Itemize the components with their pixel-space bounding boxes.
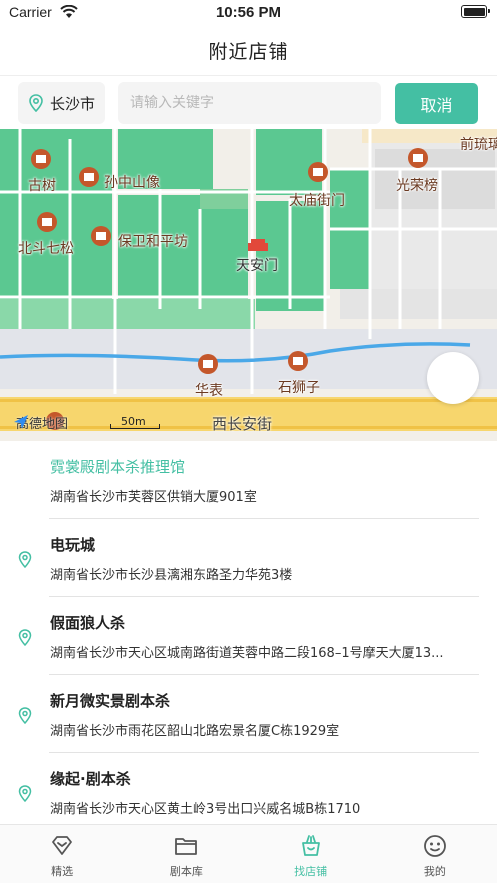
- store-address: 湖南省长沙市天心区城南路街道芙蓉中路二段168–1号摩天大厦13...: [50, 646, 444, 661]
- store-address: 湖南省长沙市天心区黄土岭3号出口兴威名城B栋1710: [50, 802, 361, 817]
- nav-bar: 附近店铺: [0, 26, 497, 76]
- poi-label[interactable]: 前琉璃: [460, 134, 497, 154]
- poi-label[interactable]: 北斗七松: [18, 238, 74, 258]
- list-item[interactable]: 假面狼人杀 湖南省长沙市天心区城南路街道芙蓉中路二段168–1号摩天大厦13..…: [0, 597, 497, 675]
- tab-find-store[interactable]: 找店铺: [249, 825, 373, 883]
- poi-label[interactable]: 古树: [28, 175, 56, 195]
- folder-icon: [175, 838, 198, 855]
- list-item[interactable]: 缘起·剧本杀 湖南省长沙市天心区黄土岭3号出口兴威名城B栋1710: [0, 753, 497, 824]
- store-name: 缘起·剧本杀: [50, 770, 131, 788]
- locate-me-button[interactable]: [427, 352, 479, 404]
- location-pin-icon: [18, 707, 32, 724]
- tab-label: 精选: [51, 865, 74, 878]
- shop-basket-icon: [301, 835, 320, 856]
- list-item[interactable]: 电玩城 湖南省长沙市长沙县漓湘东路圣力华苑3楼: [0, 519, 497, 597]
- store-address: 湖南省长沙市雨花区韶山北路宏景名厦C栋1929室: [50, 724, 340, 739]
- poi-label[interactable]: 光荣榜: [396, 175, 438, 195]
- poi-label[interactable]: 石狮子: [278, 377, 320, 397]
- store-name: 新月微实景剧本杀: [50, 692, 171, 710]
- store-address: 湖南省长沙市长沙县漓湘东路圣力华苑3楼: [50, 568, 293, 583]
- battery-icon: [461, 5, 490, 18]
- city-selector[interactable]: 长沙市: [18, 82, 105, 124]
- location-pin-icon: [18, 629, 32, 646]
- list-item[interactable]: 新月微实景剧本杀 湖南省长沙市雨花区韶山北路宏景名厦C栋1929室: [0, 675, 497, 753]
- poi-label[interactable]: 华表: [195, 380, 223, 400]
- diamond-icon: [52, 836, 73, 855]
- poi-label[interactable]: 孙中山像: [104, 172, 160, 192]
- store-name: 电玩城: [50, 536, 96, 554]
- tab-bar: 精选 剧本库 找店铺 我的: [0, 824, 497, 883]
- navigation-arrow-icon: [14, 415, 28, 429]
- clock: 10:56 PM: [215, 4, 282, 21]
- tab-script-library[interactable]: 剧本库: [124, 825, 248, 883]
- tab-label: 我的: [423, 865, 446, 878]
- page-title: 附近店铺: [208, 41, 289, 63]
- tab-label: 找店铺: [294, 865, 328, 878]
- location-pin-icon: [18, 785, 32, 802]
- location-pin-icon: [29, 94, 43, 112]
- scale-bar: [110, 424, 160, 429]
- poi-label[interactable]: 天安门: [236, 255, 278, 275]
- map-logo: 高德地图: [12, 413, 68, 432]
- poi-label[interactable]: 保卫和平坊: [118, 231, 188, 251]
- tab-featured[interactable]: 精选: [0, 825, 124, 883]
- cancel-button[interactable]: 取消: [395, 83, 478, 124]
- keyword-search-input[interactable]: [118, 82, 381, 124]
- store-name: 假面狼人杀: [50, 614, 126, 632]
- status-bar: Carrier 10:56 PM: [0, 0, 497, 26]
- street-label: 西长安街: [212, 415, 273, 433]
- list-item[interactable]: 霓裳殿剧本杀推理馆 湖南省长沙市芙蓉区供销大厦901室: [0, 441, 497, 519]
- store-list: 霓裳殿剧本杀推理馆 湖南省长沙市芙蓉区供销大厦901室 电玩城 湖南省长沙市长沙…: [0, 441, 497, 824]
- tab-label: 剧本库: [169, 865, 203, 878]
- tab-profile[interactable]: 我的: [373, 825, 497, 883]
- store-name: 霓裳殿剧本杀推理馆: [50, 458, 186, 476]
- map-view[interactable]: 古树 孙中山像 北斗七松 保卫和平坊 太庙街门 光荣榜 前琉璃 天安门 华表 石…: [0, 129, 497, 441]
- store-address: 湖南省长沙市芙蓉区供销大厦901室: [50, 490, 257, 505]
- search-row: 长沙市 取消: [0, 82, 497, 126]
- poi-label[interactable]: 太庙街门: [289, 190, 345, 210]
- city-label: 长沙市: [50, 94, 96, 113]
- smiley-icon: [423, 835, 446, 857]
- map-scale: 50m: [110, 415, 160, 429]
- location-pin-icon: [18, 551, 32, 568]
